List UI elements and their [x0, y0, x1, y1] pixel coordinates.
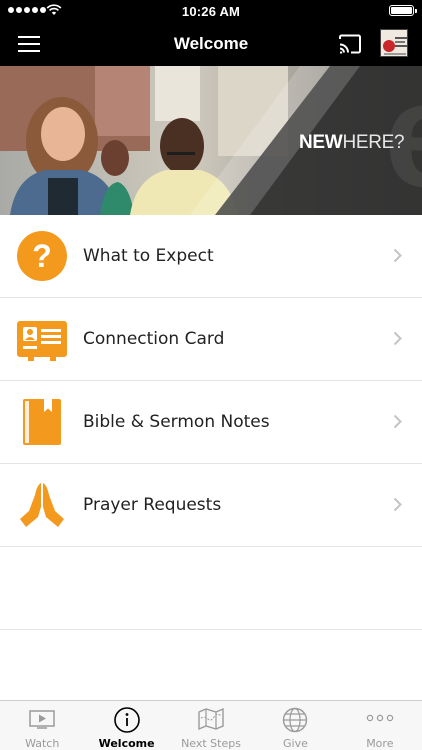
hero-banner: e NEWHERE?: [0, 66, 422, 215]
info-icon: [113, 707, 140, 733]
id-card-icon: [16, 313, 68, 365]
tab-watch[interactable]: Watch: [0, 701, 84, 750]
menu-item-label: Bible & Sermon Notes: [83, 412, 270, 432]
chevron-right-icon: [393, 497, 402, 512]
menu-item-connection-card[interactable]: Connection Card: [0, 298, 422, 381]
navigation-bar: Welcome: [0, 22, 422, 66]
chevron-right-icon: [393, 414, 402, 429]
tab-label: Welcome: [98, 737, 155, 750]
tab-label: Next Steps: [181, 737, 241, 750]
menu-item-prayer-requests[interactable]: Prayer Requests: [0, 464, 422, 547]
menu-item-what-to-expect[interactable]: ? What to Expect: [0, 215, 422, 298]
status-time: 10:26 AM: [181, 4, 241, 19]
video-icon: [29, 710, 55, 729]
new-word: NEW: [299, 132, 343, 153]
tab-give[interactable]: Give: [253, 701, 337, 750]
book-icon: [16, 396, 68, 448]
chevron-right-icon: [393, 331, 402, 346]
menu-item-bible-sermon-notes[interactable]: Bible & Sermon Notes: [0, 381, 422, 464]
more-icon: [366, 714, 394, 722]
menu-item-label: Prayer Requests: [83, 495, 222, 515]
menu-item-label: Connection Card: [83, 329, 225, 349]
welcome-menu-list: ? What to Expect Connection Card Bible &…: [0, 215, 422, 630]
globe-icon: [283, 707, 308, 733]
cast-icon[interactable]: [337, 32, 363, 56]
here-word: HERE?: [342, 132, 405, 153]
tab-bar: Watch Welcome Next Steps Give More: [0, 700, 422, 750]
chevron-right-icon: [393, 248, 402, 263]
praying-hands-icon: [16, 479, 68, 531]
tab-label: More: [366, 737, 394, 750]
map-icon: [198, 707, 224, 731]
empty-list-row: [0, 547, 422, 630]
battery-icon: [389, 5, 417, 16]
svg-text:?: ?: [32, 238, 52, 274]
app-screen: 10:26 AM Welcome NEWHERE? ? What to Expe…: [0, 0, 422, 750]
tab-more[interactable]: More: [338, 701, 422, 750]
tab-label: Watch: [25, 737, 60, 750]
church-logo-icon: [381, 30, 407, 56]
status-bar: 10:26 AM: [0, 0, 422, 22]
tab-next-steps[interactable]: Next Steps: [169, 701, 253, 750]
question-icon: ?: [16, 230, 68, 282]
church-logo-avatar[interactable]: [380, 29, 408, 57]
tab-welcome[interactable]: Welcome: [84, 701, 168, 750]
menu-item-label: What to Expect: [83, 246, 214, 266]
hamburger-menu-icon[interactable]: [18, 36, 40, 52]
new-here-headline: NEWHERE?: [299, 132, 405, 154]
tab-label: Give: [282, 737, 308, 750]
